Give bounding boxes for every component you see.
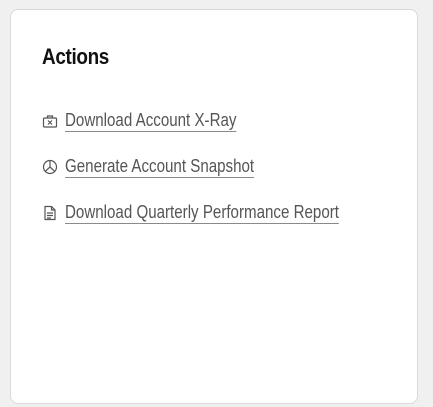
pie-chart-icon: [42, 159, 58, 175]
card-title: Actions: [42, 44, 109, 69]
document-icon: [42, 205, 58, 221]
download-account-xray-link[interactable]: Download Account X-Ray: [42, 98, 391, 144]
action-label[interactable]: Generate Account Snapshot: [65, 156, 255, 178]
actions-card: Actions Download Account X-Ray Generate: [10, 9, 418, 404]
download-quarterly-report-link[interactable]: Download Quarterly Performance Report: [42, 190, 391, 236]
action-label[interactable]: Download Account X-Ray: [65, 110, 237, 132]
actions-list: Download Account X-Ray Generate Account …: [42, 98, 391, 236]
generate-account-snapshot-link[interactable]: Generate Account Snapshot: [42, 144, 391, 190]
xray-download-icon: [42, 113, 58, 129]
action-label[interactable]: Download Quarterly Performance Report: [65, 202, 339, 224]
